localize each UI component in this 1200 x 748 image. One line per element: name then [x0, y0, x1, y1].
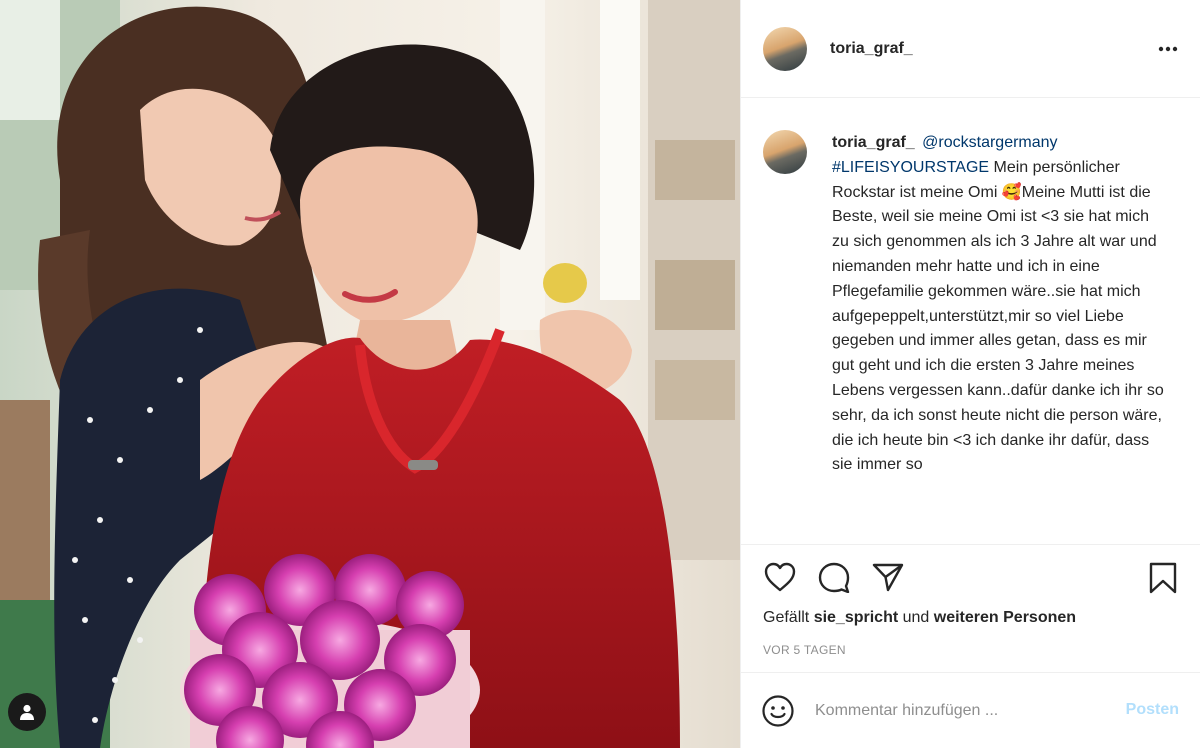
more-options-icon	[1158, 46, 1178, 52]
comment-input[interactable]	[815, 701, 1115, 720]
user-tag-icon	[20, 704, 34, 720]
avatar[interactable]	[763, 26, 807, 71]
bookmark-icon	[1149, 562, 1177, 594]
save-button[interactable]	[1147, 561, 1179, 600]
caption-mention[interactable]: @rockstargermany	[922, 134, 1057, 151]
likes-middle: und	[898, 609, 934, 626]
comment-icon	[818, 562, 850, 594]
post-details-panel: toria_graf_ toria_graf_ @rockstargermany…	[740, 0, 1200, 748]
comment-bar: Posten	[741, 672, 1200, 748]
photo-illustration	[0, 0, 740, 748]
action-bar: Gefällt sie_spricht und weiteren Persone…	[741, 544, 1200, 672]
caption-avatar[interactable]	[763, 130, 807, 174]
user-tag-button[interactable]	[8, 693, 46, 731]
post-comment-button[interactable]: Posten	[1126, 701, 1179, 719]
share-button[interactable]	[871, 561, 905, 598]
share-icon	[872, 563, 904, 592]
header-username[interactable]: toria_graf_	[830, 40, 913, 58]
more-options-button[interactable]	[1157, 38, 1179, 65]
post-header: toria_graf_	[741, 0, 1200, 98]
heart-icon	[764, 562, 796, 592]
caption-text: toria_graf_ @rockstargermany #LIFEISYOUR…	[832, 131, 1170, 478]
likes-others-link[interactable]: weiteren Personen	[934, 609, 1076, 626]
caption-hashtag[interactable]: #LIFEISYOURSTAGE	[832, 159, 989, 176]
caption-body: Mein persönlicher Rockstar ist meine Omi…	[832, 158, 1164, 474]
emoji-button[interactable]	[761, 694, 795, 728]
post-photo[interactable]	[0, 0, 740, 748]
caption-area: toria_graf_ @rockstargermany #LIFEISYOUR…	[741, 98, 1200, 544]
likes-prefix: Gefällt	[763, 609, 814, 626]
caption-username[interactable]: toria_graf_	[832, 134, 915, 151]
emoji-icon	[762, 694, 794, 727]
likes-user-link[interactable]: sie_spricht	[814, 609, 898, 626]
likes-summary: Gefällt sie_spricht und weiteren Persone…	[763, 609, 1076, 627]
like-button[interactable]	[763, 561, 797, 598]
post-timestamp[interactable]: VOR 5 TAGEN	[763, 643, 846, 657]
comment-button[interactable]	[817, 561, 851, 598]
